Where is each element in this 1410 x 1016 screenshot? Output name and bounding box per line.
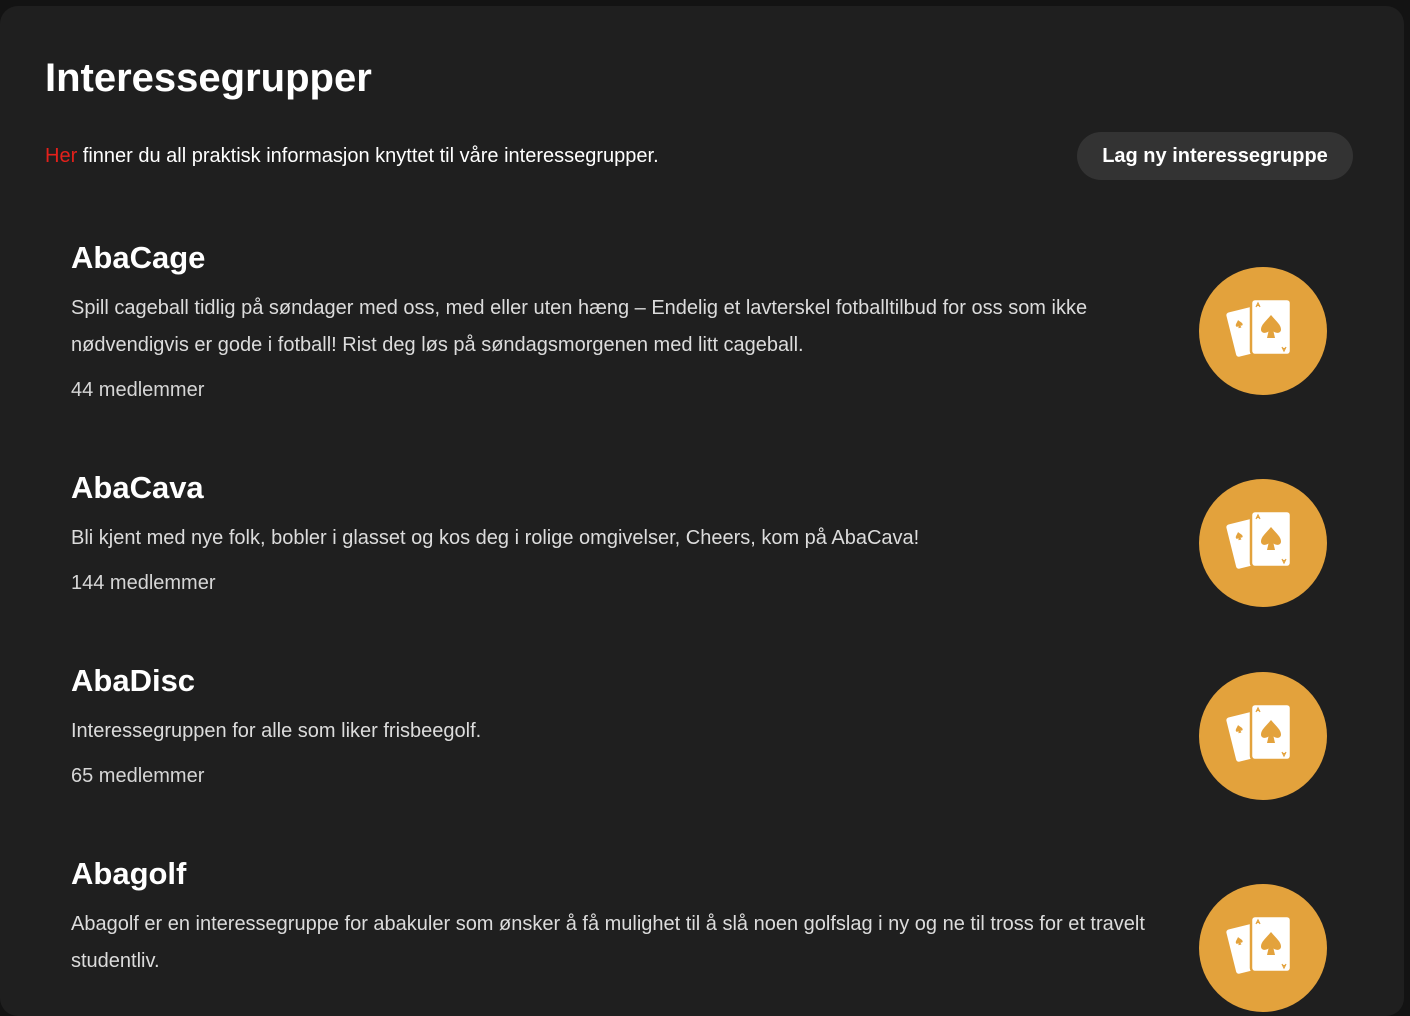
playing-cards-icon [1225, 914, 1293, 977]
group-name[interactable]: AbaCage [71, 238, 1331, 278]
group-card-abadisc: AbaDisc Interessegruppen for alle som li… [71, 661, 1331, 800]
group-logo[interactable] [1199, 884, 1327, 1012]
group-description: Abagolf er en interessegruppe for abakul… [71, 913, 1145, 972]
playing-cards-icon [1225, 702, 1293, 765]
group-member-count: 44 medlemmer [71, 379, 205, 401]
group-description: Interessegruppen for alle som liker fris… [71, 720, 482, 742]
playing-cards-icon [1225, 509, 1293, 572]
content-panel: Interessegrupper Her finner du all prakt… [0, 6, 1404, 1016]
group-list: AbaCage Spill cageball tidlig på søndage… [0, 6, 1404, 1012]
group-card-abagolf: Abagolf Abagolf er en interessegruppe fo… [71, 854, 1331, 1012]
group-name[interactable]: AbaDisc [71, 661, 1331, 701]
group-logo[interactable] [1199, 672, 1327, 800]
group-logo[interactable] [1199, 267, 1327, 395]
group-card-abacage: AbaCage Spill cageball tidlig på søndage… [71, 238, 1331, 404]
playing-cards-icon [1225, 297, 1293, 360]
group-description: Bli kjent med nye folk, bobler i glasset… [71, 527, 920, 549]
group-card-abacava: AbaCava Bli kjent med nye folk, bobler i… [71, 468, 1331, 607]
group-name[interactable]: AbaCava [71, 468, 1331, 508]
group-name[interactable]: Abagolf [71, 854, 1331, 894]
group-member-count: 65 medlemmer [71, 765, 205, 787]
group-logo[interactable] [1199, 479, 1327, 607]
group-member-count: 144 medlemmer [71, 572, 216, 594]
group-description: Spill cageball tidlig på søndager med os… [71, 297, 1088, 356]
